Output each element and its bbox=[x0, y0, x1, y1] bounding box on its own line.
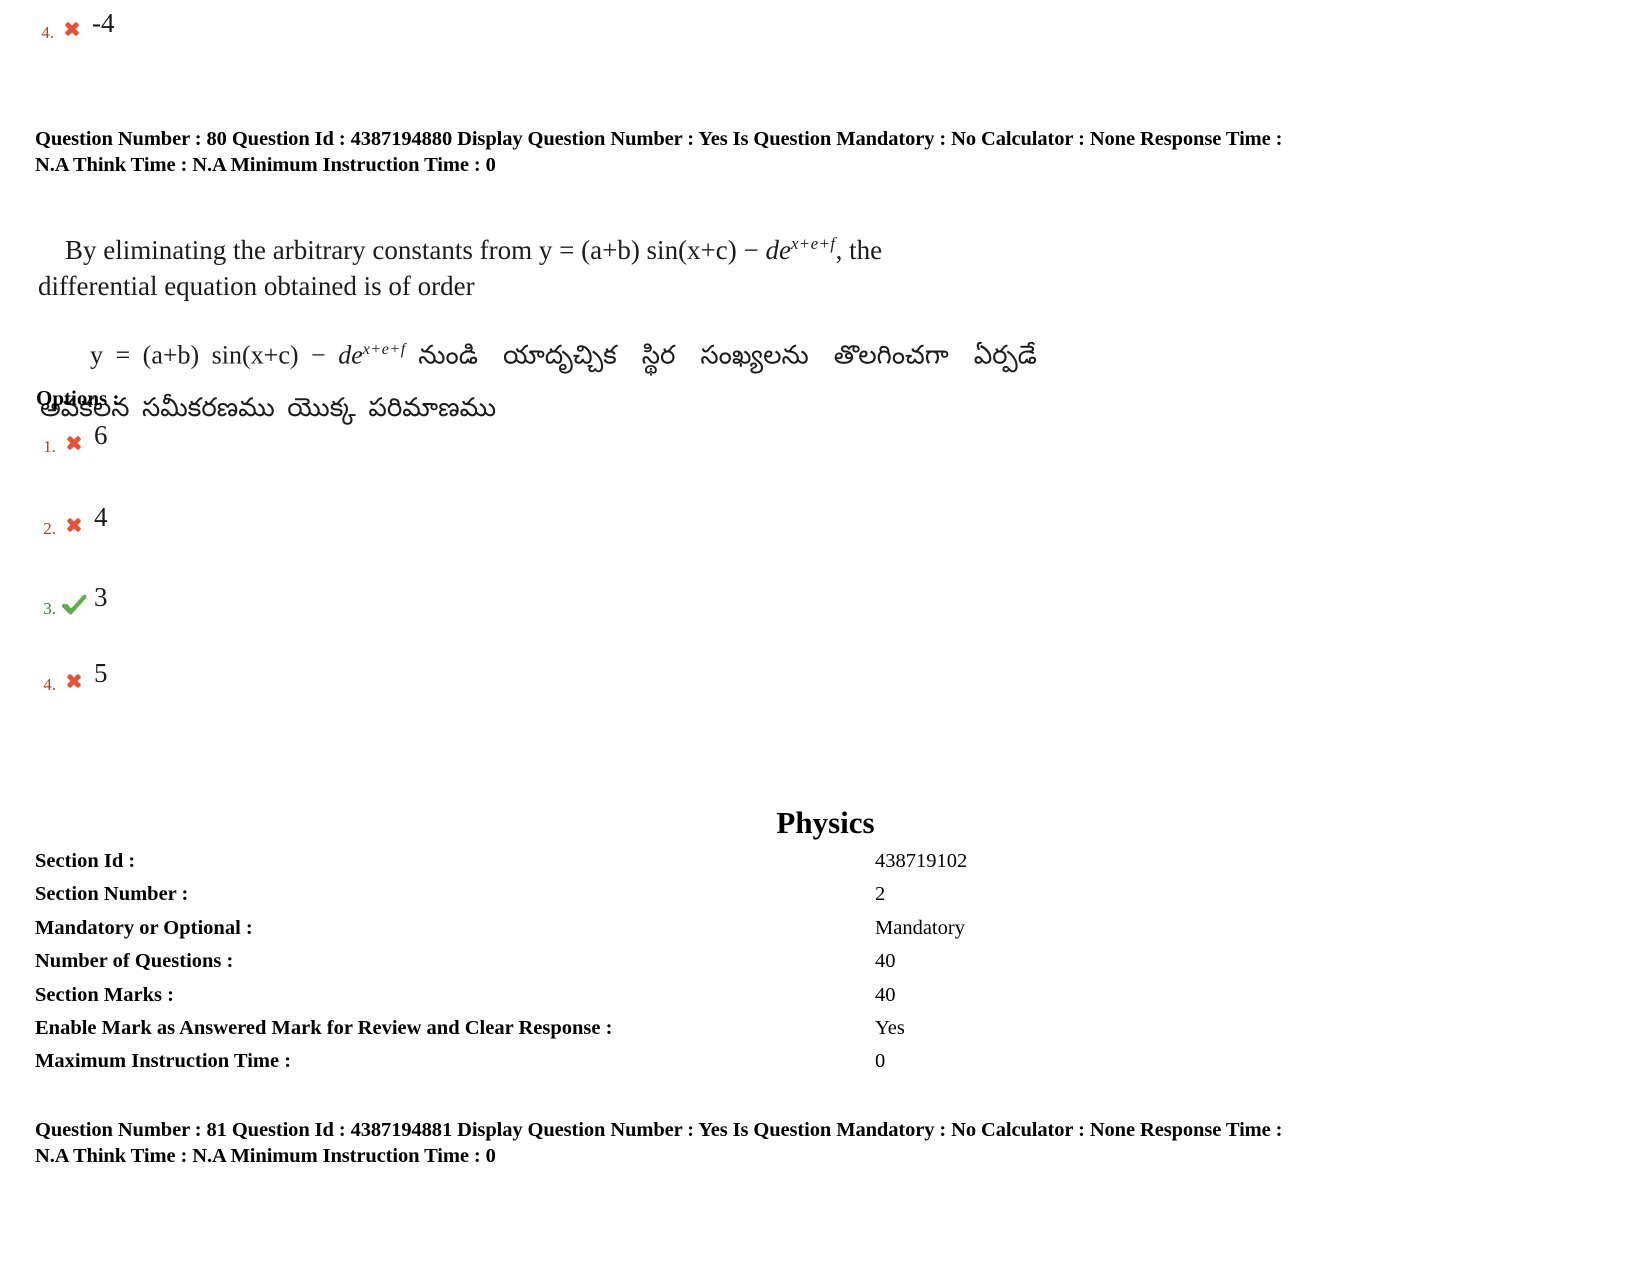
page-title: Physics bbox=[776, 805, 875, 840]
table-row: Section Id : 438719102 bbox=[35, 845, 967, 878]
document-page: 4. -4 Question Number : 80 Question Id :… bbox=[0, 0, 1651, 1275]
option-text: -4 bbox=[92, 8, 115, 38]
table-row: Maximum Instruction Time : 0 bbox=[35, 1045, 967, 1078]
row-key: Mandatory or Optional : bbox=[35, 916, 253, 939]
row-key: Section Id : bbox=[35, 850, 136, 872]
row-value: Yes bbox=[875, 1017, 905, 1040]
cross-icon bbox=[61, 668, 87, 694]
table-row: Section Marks : 40 bbox=[35, 979, 967, 1012]
list-item: 2. 4 bbox=[30, 502, 108, 544]
question-meta-line-2: N.A Think Time : N.A Minimum Instruction… bbox=[35, 154, 496, 176]
row-value: 0 bbox=[875, 1050, 886, 1073]
row-key: Section Marks : bbox=[35, 983, 174, 1006]
question-body-english-math: de bbox=[765, 235, 791, 265]
row-value: 40 bbox=[875, 983, 896, 1006]
list-item: 1. 6 bbox=[30, 420, 108, 462]
question-body-english-exponent: x+e+f bbox=[790, 234, 836, 253]
question-body-telugu: y = (a+b) sin(x+c) − dex+e+f నుండి యాదృచ… bbox=[40, 272, 1240, 486]
row-value: Mandatory bbox=[875, 916, 965, 939]
option-number: 1. bbox=[43, 437, 56, 456]
question-body-telugu-math: y = (a+b) sin(x+c) − bbox=[90, 340, 339, 370]
option-number: 3. bbox=[43, 599, 56, 618]
cross-icon bbox=[61, 512, 87, 538]
option-text: 3 bbox=[94, 582, 108, 612]
row-key: Number of Questions : bbox=[35, 950, 234, 973]
question-body-english-text: By eliminating the arbitrary constants f… bbox=[65, 235, 766, 265]
option-number: 4. bbox=[43, 675, 56, 694]
row-value: 438719102 bbox=[875, 850, 968, 872]
cross-icon bbox=[61, 430, 87, 456]
options-label: Options : bbox=[36, 386, 120, 410]
row-value: 2 bbox=[875, 883, 886, 906]
row-key: Maximum Instruction Time : bbox=[35, 1050, 292, 1073]
row-key: Enable Mark as Answered Mark for Review … bbox=[35, 1017, 613, 1040]
option-number: 4. bbox=[41, 23, 54, 42]
table-row: Section Number : 2 bbox=[35, 878, 967, 911]
question-meta-line-1: Question Number : 80 Question Id : 43871… bbox=[35, 128, 1283, 150]
option-text: 6 bbox=[94, 420, 108, 450]
question-meta-line-1: Question Number : 81 Question Id : 43871… bbox=[35, 1119, 1283, 1141]
option-text: 5 bbox=[94, 658, 108, 688]
row-key: Section Number : bbox=[35, 883, 189, 906]
section-info-table: Section Id : 438719102 Section Number : … bbox=[35, 845, 967, 1079]
table-row: Mandatory or Optional : Mandatory bbox=[35, 912, 967, 945]
cross-icon bbox=[59, 16, 85, 42]
question-body-telugu-exponent: x+e+f bbox=[362, 341, 406, 358]
question-body-telugu-math-italic: de bbox=[338, 340, 363, 370]
option-text: 4 bbox=[94, 502, 108, 532]
list-item: 4. -4 bbox=[28, 8, 115, 48]
table-row: Number of Questions : 40 bbox=[35, 945, 967, 978]
row-value: 40 bbox=[875, 950, 896, 973]
check-icon bbox=[61, 592, 87, 618]
list-item: 4. 5 bbox=[30, 658, 108, 700]
table-row: Enable Mark as Answered Mark for Review … bbox=[35, 1012, 967, 1045]
question-body-english-tail: , the bbox=[835, 235, 883, 265]
question-meta-line-2: N.A Think Time : N.A Minimum Instruction… bbox=[35, 1145, 496, 1167]
option-number: 2. bbox=[43, 519, 56, 538]
question-body-telugu-line1: నుండి యాదృచ్చిక స్థిర సంఖ్యలను తొలగించగా… bbox=[405, 340, 1037, 370]
list-item: 3. 3 bbox=[30, 582, 108, 624]
